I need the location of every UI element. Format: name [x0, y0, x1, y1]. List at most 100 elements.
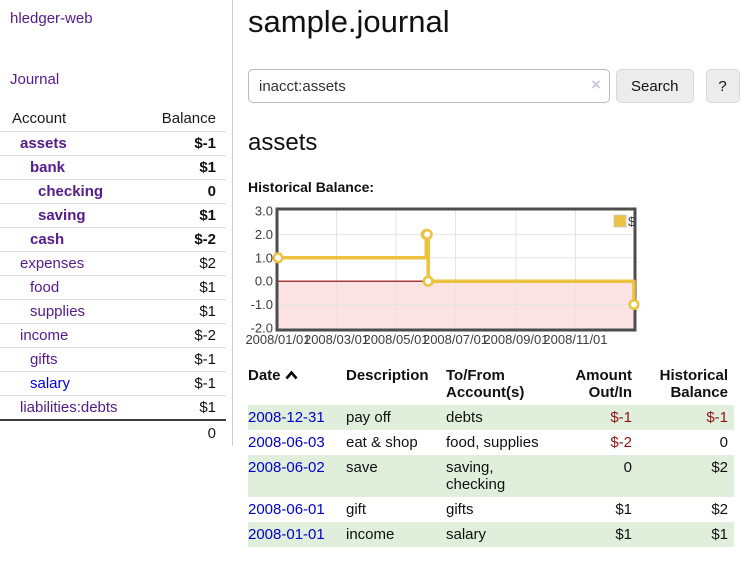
sidebar-accounts-table: Account Balance assets $-1 bank $1 check…	[0, 106, 226, 446]
svg-text:2008/09/01: 2008/09/01	[483, 332, 548, 347]
txn-amount: $1	[554, 497, 638, 522]
txn-amount: $-2	[554, 430, 638, 455]
account-balance: $-2	[146, 324, 226, 348]
txn-balance: $1	[638, 522, 734, 547]
accounts-total-spacer	[0, 420, 146, 446]
account-link[interactable]: income	[0, 327, 68, 344]
transaction-row: 2008-06-03 eat & shop food, supplies $-2…	[248, 430, 734, 455]
sidebar: hledger-web Journal Account Balance asse…	[0, 0, 233, 446]
txn-accounts: gifts	[446, 497, 554, 522]
account-link[interactable]: checking	[0, 183, 103, 200]
balance-column-header: Historical Balance	[638, 365, 734, 405]
svg-text:2.0: 2.0	[255, 227, 273, 242]
transaction-row: 2008-01-01 income salary $1 $1	[248, 522, 734, 547]
svg-text:2008/03/01: 2008/03/01	[304, 332, 369, 347]
account-balance: 0	[146, 180, 226, 204]
page-title: sample.journal	[248, 4, 742, 40]
account-heading: assets	[248, 129, 742, 157]
txn-accounts: saving, checking	[446, 455, 554, 497]
account-balance: $-2	[146, 228, 226, 252]
txn-balance: $2	[638, 497, 734, 522]
txn-amount: 0	[554, 455, 638, 497]
svg-text:2008/07/01: 2008/07/01	[423, 332, 488, 347]
account-balance: $1	[146, 276, 226, 300]
account-balance: $1	[146, 204, 226, 228]
search-form: × Search ?	[248, 69, 742, 103]
transaction-row: 2008-06-01 gift gifts $1 $2	[248, 497, 734, 522]
search-input[interactable]	[248, 69, 610, 103]
svg-text:2008/11/01: 2008/11/01	[543, 332, 607, 347]
txn-accounts: debts	[446, 405, 554, 430]
accounts-total-value: 0	[146, 420, 226, 446]
transactions-body: 2008-12-31 pay off debts $-1 $-1 2008-06…	[248, 405, 734, 547]
account-row: cash $-2	[0, 228, 226, 252]
app-title-link[interactable]: hledger-web	[10, 10, 226, 27]
svg-text:0.0: 0.0	[255, 274, 273, 289]
account-balance: $1	[146, 300, 226, 324]
historical-balance-chart[interactable]: $3.02.01.00.0-1.0-2.02008/01/012008/03/0…	[243, 203, 643, 355]
account-balance: $-1	[146, 372, 226, 396]
account-balance: $2	[146, 252, 226, 276]
account-row: food $1	[0, 276, 226, 300]
transactions-table: Date Description To/From Account(s) Amou…	[248, 365, 734, 547]
balance-column-header: Balance	[146, 106, 226, 132]
txn-description: eat & shop	[346, 430, 446, 455]
transaction-row: 2008-12-31 pay off debts $-1 $-1	[248, 405, 734, 430]
account-link[interactable]: liabilities:debts	[0, 399, 118, 416]
txn-amount: $-1	[554, 405, 638, 430]
txn-date-link[interactable]: 2008-06-01	[248, 501, 325, 518]
account-row: checking 0	[0, 180, 226, 204]
account-link[interactable]: gifts	[0, 351, 58, 368]
txn-balance: $-1	[638, 405, 734, 430]
svg-text:2008/05/01: 2008/05/01	[363, 332, 428, 347]
txn-description: pay off	[346, 405, 446, 430]
account-link[interactable]: food	[0, 279, 59, 296]
account-balance: $-1	[146, 132, 226, 156]
account-balance: $1	[146, 396, 226, 421]
txn-amount: $1	[554, 522, 638, 547]
account-row: assets $-1	[0, 132, 226, 156]
svg-text:$: $	[628, 214, 636, 229]
txn-date-link[interactable]: 2008-06-02	[248, 459, 325, 476]
transactions-header-row: Date Description To/From Account(s) Amou…	[248, 365, 734, 405]
account-row: saving $1	[0, 204, 226, 228]
account-link[interactable]: bank	[0, 159, 65, 176]
account-link[interactable]: supplies	[0, 303, 85, 320]
txn-description: gift	[346, 497, 446, 522]
account-row: income $-2	[0, 324, 226, 348]
txn-date-link[interactable]: 2008-06-03	[248, 434, 325, 451]
svg-text:1.0: 1.0	[255, 250, 273, 265]
accounts-total-row: 0	[0, 420, 226, 446]
account-row: bank $1	[0, 156, 226, 180]
txn-date-link[interactable]: 2008-12-31	[248, 409, 325, 426]
account-row: liabilities:debts $1	[0, 396, 226, 421]
account-row: gifts $-1	[0, 348, 226, 372]
txn-description: save	[346, 455, 446, 497]
txn-date-link[interactable]: 2008-01-01	[248, 526, 325, 543]
sidebar-accounts-body: assets $-1 bank $1 checking 0 saving $1 …	[0, 132, 226, 421]
amount-column-header: Amount Out/In	[554, 365, 638, 405]
txn-balance: 0	[638, 430, 734, 455]
account-row: supplies $1	[0, 300, 226, 324]
account-link[interactable]: cash	[0, 231, 64, 248]
clear-search-icon[interactable]: ×	[587, 75, 605, 95]
sidebar-accounts-header-row: Account Balance	[0, 106, 226, 132]
account-link[interactable]: saving	[0, 207, 86, 224]
svg-text:2008/01/01: 2008/01/01	[245, 332, 310, 347]
account-link[interactable]: salary	[0, 375, 70, 392]
account-link[interactable]: assets	[0, 135, 67, 152]
chart-title: Historical Balance:	[248, 179, 742, 195]
page: hledger-web Journal Account Balance asse…	[0, 0, 742, 547]
txn-description: income	[346, 522, 446, 547]
transaction-row: 2008-06-02 save saving, checking 0 $2	[248, 455, 734, 497]
help-button[interactable]: ?	[706, 69, 740, 103]
date-header-label: Date	[248, 367, 281, 384]
account-column-header: Account	[0, 106, 146, 132]
account-link[interactable]: expenses	[0, 255, 84, 272]
search-button[interactable]: Search	[616, 69, 694, 103]
svg-text:3.0: 3.0	[255, 204, 273, 219]
sidebar-item-journal[interactable]: Journal	[10, 71, 226, 88]
account-balance: $1	[146, 156, 226, 180]
main-content: sample.journal × Search ? assets Histori…	[233, 0, 742, 547]
accounts-column-header: To/From Account(s)	[446, 365, 554, 405]
